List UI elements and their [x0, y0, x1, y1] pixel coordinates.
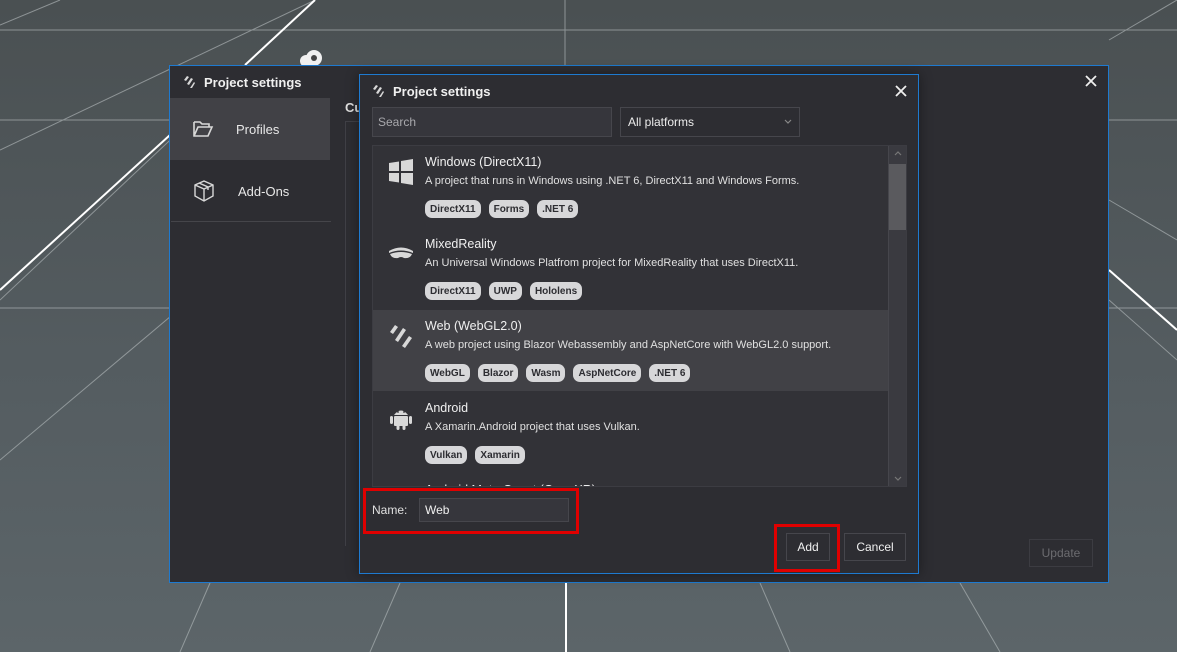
cancel-button[interactable]: Cancel	[844, 533, 906, 561]
android-icon	[390, 410, 412, 430]
tag: DirectX11	[425, 282, 481, 300]
template-name: Windows (DirectX11)	[425, 155, 542, 169]
add-profile-dialog: Project settings Search All platforms Wi…	[359, 74, 919, 574]
template-description: A web project using Blazor Webassembly a…	[425, 339, 832, 351]
template-item-mixedreality[interactable]: MixedReality An Universal Windows Platfr…	[373, 228, 888, 309]
hololens-icon	[389, 247, 413, 259]
tag: Vulkan	[425, 446, 468, 464]
template-name: MixedReality	[425, 237, 497, 251]
tag: Xamarin	[475, 446, 525, 464]
window-title: Project settings	[204, 74, 302, 90]
evergine-logo-icon	[184, 76, 195, 88]
tag: AspNetCore	[573, 364, 642, 382]
tag: Forms	[488, 200, 530, 218]
sidebar-item-label: Profiles	[236, 121, 280, 137]
platform-select-value: All platforms	[628, 115, 695, 129]
template-description: A project that runs in Windows using .NE…	[425, 175, 800, 187]
chevron-down-icon	[784, 119, 792, 124]
search-input[interactable]: Search	[372, 107, 612, 137]
scroll-down-icon[interactable]	[893, 475, 903, 483]
sidebar-item-add-ons[interactable]: Add-Ons	[170, 160, 330, 222]
evergine-logo-icon	[373, 85, 384, 97]
template-description: An Universal Windows Platfrom project fo…	[425, 257, 799, 269]
sidebar-divider	[171, 221, 331, 222]
windows-icon	[389, 159, 413, 185]
scroll-thumb[interactable]	[889, 164, 906, 230]
close-icon[interactable]	[1082, 72, 1100, 90]
tag: Blazor	[477, 364, 519, 382]
platform-select[interactable]: All platforms	[620, 107, 800, 137]
update-button[interactable]: Update	[1029, 539, 1093, 567]
dialog-header: Project settings	[360, 75, 918, 107]
list-scrollbar[interactable]	[888, 146, 906, 486]
template-item-web[interactable]: Web (WebGL2.0) A web project using Blazo…	[373, 310, 888, 391]
folder-open-icon	[193, 121, 214, 137]
scroll-up-icon[interactable]	[893, 149, 903, 157]
template-name: Web (WebGL2.0)	[425, 319, 522, 333]
template-item-windows[interactable]: Windows (DirectX11) A project that runs …	[373, 146, 888, 227]
tag: UWP	[488, 282, 522, 300]
web-icon	[390, 325, 412, 348]
highlight-name-field	[363, 488, 579, 534]
template-name: Android Meta Quest (OpenXR)	[425, 483, 596, 486]
tag: .NET 6	[537, 200, 579, 218]
close-icon[interactable]	[892, 82, 910, 100]
template-list: Windows (DirectX11) A project that runs …	[372, 145, 907, 487]
tag: DirectX11	[425, 200, 481, 218]
sidebar-item-profiles[interactable]: Profiles	[170, 98, 330, 160]
package-icon	[194, 180, 214, 202]
tag: WebGL	[425, 364, 470, 382]
tag: Hololens	[529, 282, 583, 300]
highlight-add-button	[774, 524, 840, 572]
template-description: A Xamarin.Android project that uses Vulk…	[425, 421, 640, 433]
template-item-android[interactable]: Android A Xamarin.Android project that u…	[373, 392, 888, 473]
template-name: Android	[425, 401, 469, 415]
tag: .NET 6	[649, 364, 691, 382]
template-item-android-meta-quest[interactable]: Android Meta Quest (OpenXR)	[373, 474, 888, 486]
tag: Wasm	[526, 364, 566, 382]
dialog-title: Project settings	[393, 83, 491, 99]
sidebar-item-label: Add-Ons	[238, 183, 290, 199]
